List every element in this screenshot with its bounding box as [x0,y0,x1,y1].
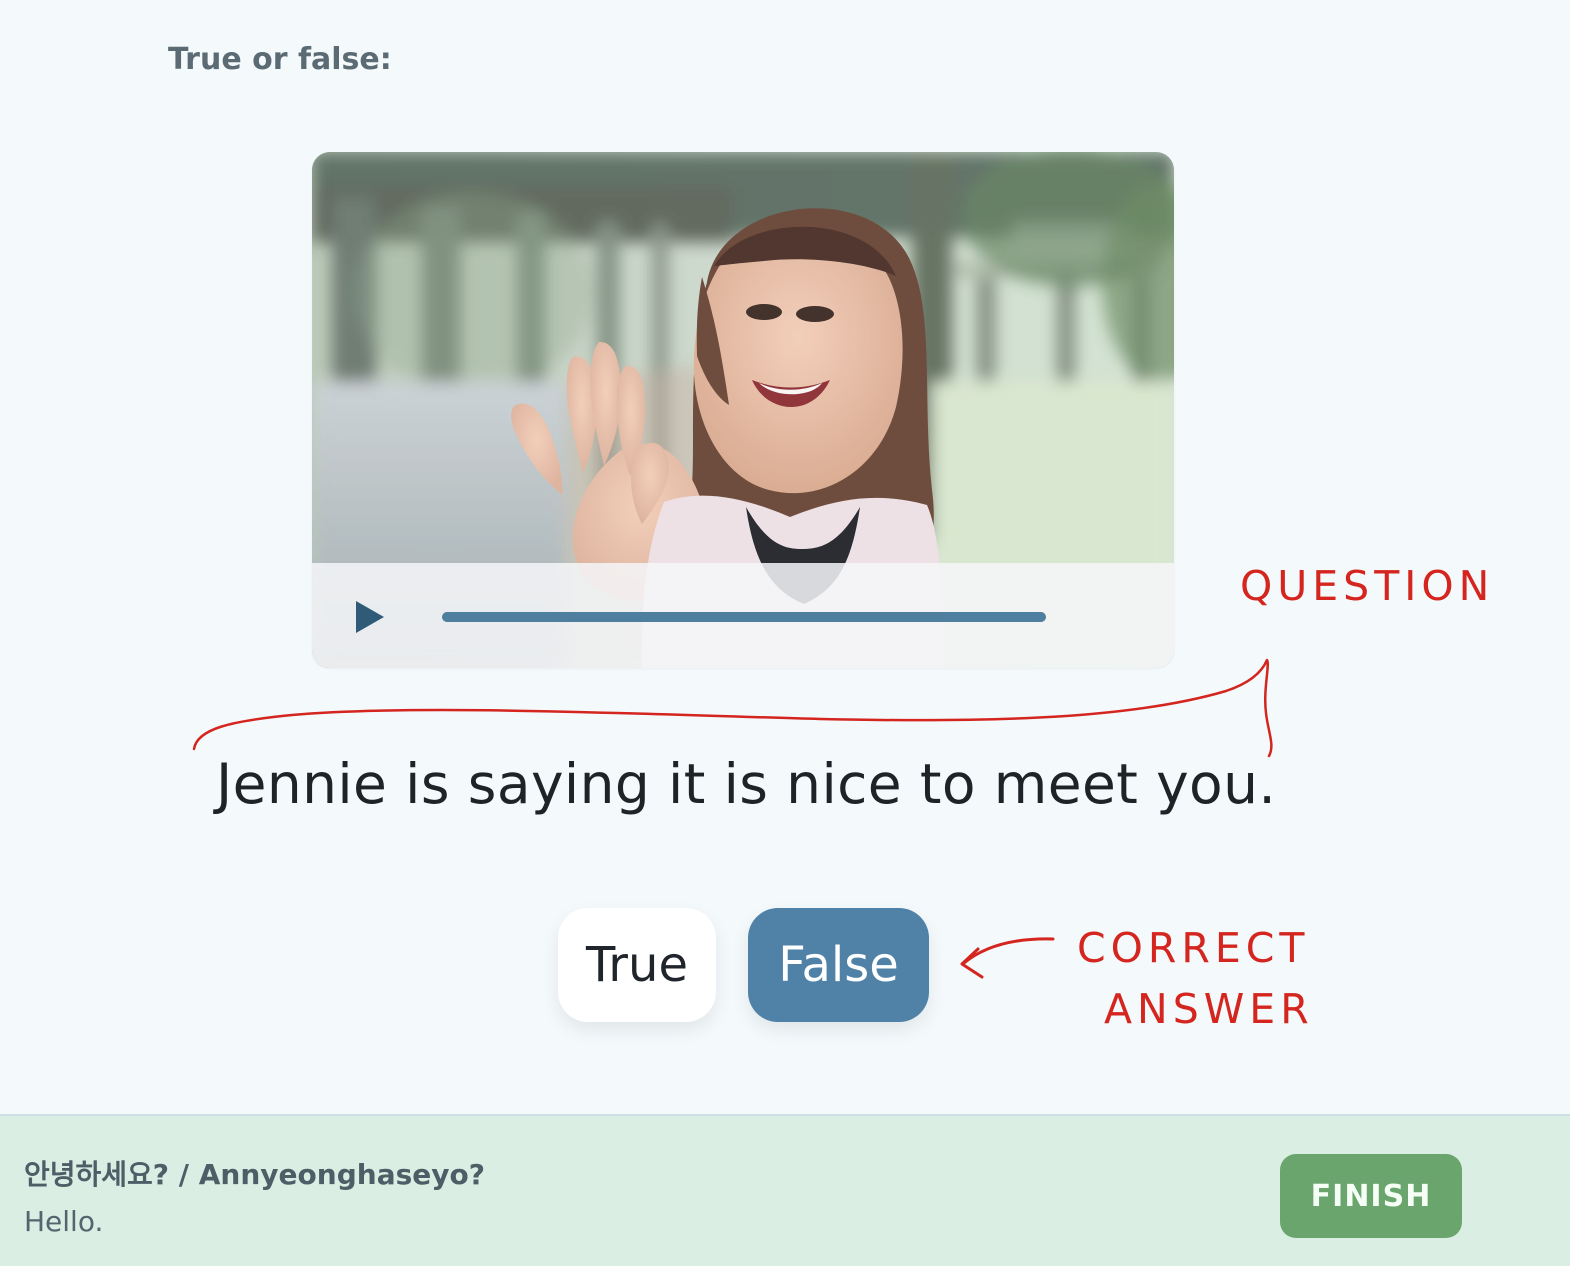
question-annotation-curve [192,658,1273,758]
answer-annotation-arrow-head [960,947,984,979]
finish-button[interactable]: FINISH [1280,1154,1462,1238]
answer-annotation-arrow-line [962,937,1055,965]
correct-answer-annotation-line1: CORRECT [1077,924,1309,972]
instruction-label: True or false: [168,42,392,77]
question-text: Jennie is saying it is nice to meet you. [216,752,1277,816]
vocab-phrase: 안녕하세요? / Annyeonghaseyo? [24,1158,485,1191]
bottom-vocab-panel: 안녕하세요? / Annyeonghaseyo? Hello. FINISH [0,1114,1570,1266]
video-progress-bar[interactable] [442,612,1046,622]
false-button[interactable]: False [748,908,929,1022]
question-annotation-label: QUESTION [1240,562,1494,610]
correct-answer-annotation-line2: ANSWER [1104,985,1314,1033]
true-button[interactable]: True [558,908,716,1022]
vocab-translation: Hello. [24,1205,104,1238]
play-icon[interactable] [348,597,392,637]
video-progress-fill [442,612,1046,622]
video-player[interactable] [312,152,1174,668]
video-controls [312,563,1174,668]
